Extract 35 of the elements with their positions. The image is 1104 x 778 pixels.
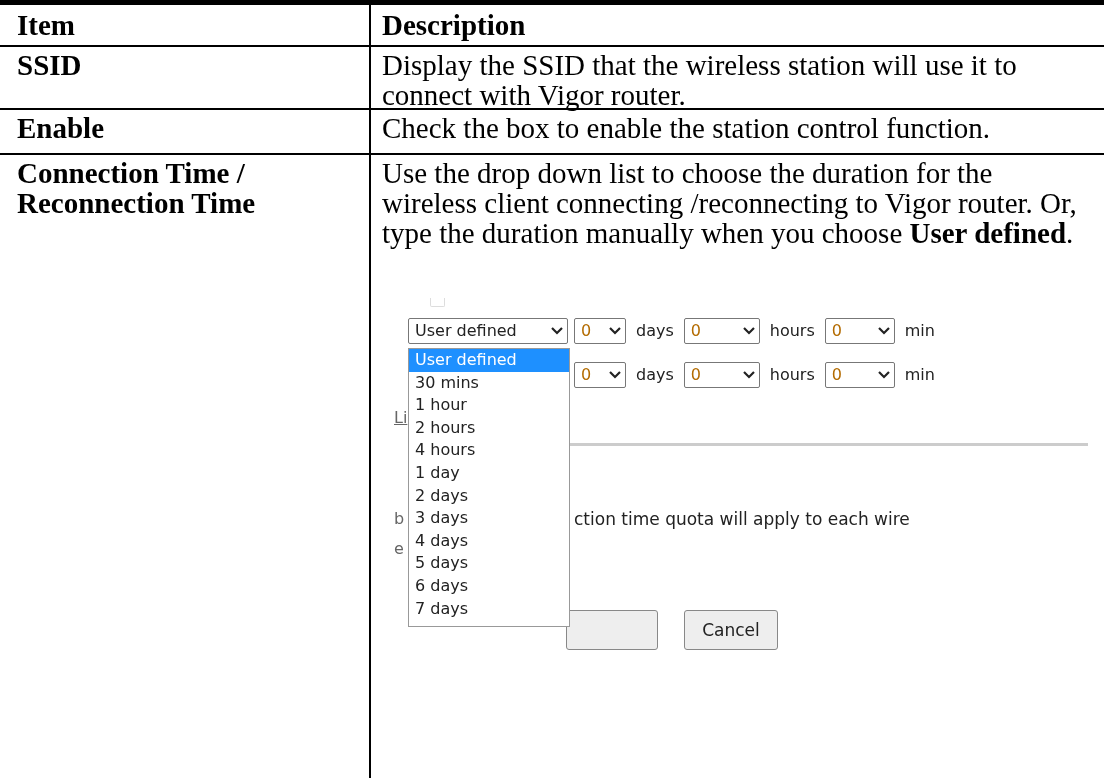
chevron-down-icon: [742, 371, 755, 379]
description-text: Display the SSID that the wireless station will use it to connect with Vigor router.: [382, 50, 1018, 110]
chevron-down-icon: [609, 371, 621, 379]
hours-select[interactable]: 0: [683, 318, 760, 344]
chevron-down-icon: [877, 327, 890, 335]
link-text-fragment[interactable]: Li: [394, 403, 408, 433]
chevron-down-icon: [551, 327, 563, 335]
cancel-button[interactable]: Cancel: [684, 610, 778, 650]
days-select[interactable]: 0: [574, 318, 626, 344]
min-select[interactable]: 0: [824, 318, 895, 344]
description-text: Check the box to enable the station control function.: [382, 113, 992, 143]
note-text: ction time quota will apply to each wire: [574, 508, 910, 531]
button[interactable]: [566, 610, 658, 650]
unit-label: days: [636, 320, 674, 342]
days-select[interactable]: 0: [574, 362, 626, 388]
chevron-down-icon: [609, 327, 621, 335]
unit-label: min: [904, 364, 935, 386]
description-text: Use the drop down list to choose the duration for the wireless client connecting /reconnecting to Vigor router. Or, type the duration manually when you choose User defined.: [382, 158, 1078, 248]
text-fragment: e: [394, 538, 405, 560]
hours-select[interactable]: 0: [683, 362, 760, 388]
unit-label: hours: [769, 320, 815, 342]
unit-label: days: [636, 364, 674, 386]
unit-label: min: [904, 320, 935, 342]
column-header: Item: [17, 9, 75, 41]
item-name: SSID: [17, 50, 83, 80]
chevron-down-icon: [742, 327, 755, 335]
min-select[interactable]: 0: [824, 362, 895, 388]
column-header: Description: [382, 9, 526, 41]
text-fragment: b: [394, 508, 406, 530]
unit-label: hours: [769, 364, 815, 386]
item-name: Enable: [17, 113, 106, 143]
preset-select[interactable]: User defined: [408, 318, 568, 344]
chevron-down-icon: [877, 371, 890, 379]
item-name: Connection Time / Reconnection Time: [17, 158, 257, 218]
checkbox-edge: [430, 298, 445, 307]
